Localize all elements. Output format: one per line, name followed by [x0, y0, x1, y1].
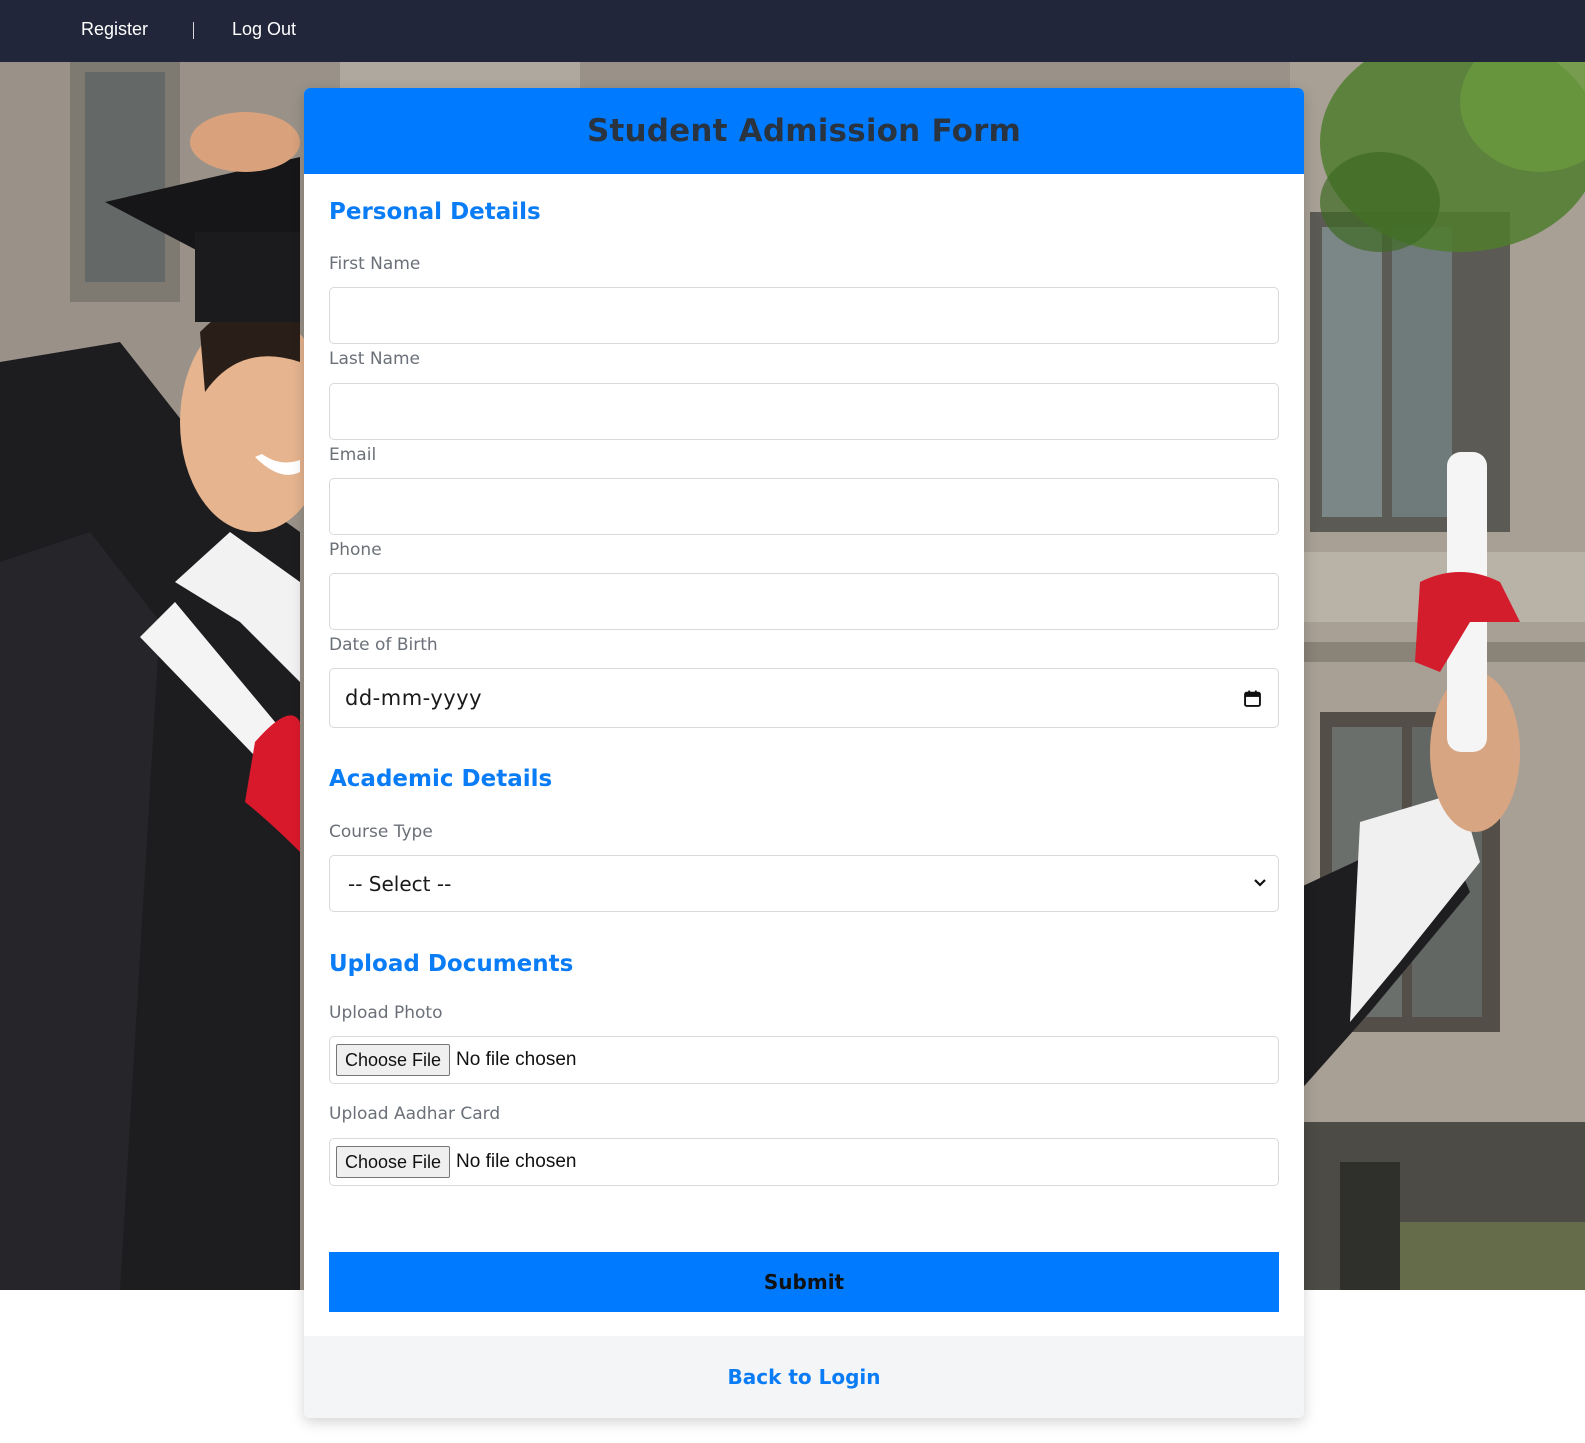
top-navbar: Register Log Out [0, 0, 1585, 62]
form-header: Student Admission Form [304, 88, 1304, 174]
course-type-select[interactable]: -- Select -- [329, 855, 1279, 912]
chevron-down-icon [1254, 879, 1266, 887]
nav-separator [193, 22, 194, 39]
logout-link[interactable]: Log Out [232, 19, 296, 40]
last-name-input[interactable] [329, 383, 1279, 440]
last-name-label: Last Name [329, 349, 420, 369]
upload-photo-choose-button[interactable]: Choose File [336, 1044, 451, 1076]
upload-aadhar-label: Upload Aadhar Card [329, 1104, 501, 1124]
upload-aadhar-input[interactable]: Choose File No file chosen [329, 1138, 1279, 1186]
form-title: Student Admission Form [586, 113, 1022, 149]
upload-photo-input[interactable]: Choose File No file chosen [329, 1036, 1279, 1084]
dob-placeholder: dd-mm-yyyy [345, 686, 483, 710]
phone-input[interactable] [329, 573, 1279, 630]
calendar-icon[interactable] [1244, 690, 1261, 707]
admission-form-card: Student Admission Form Personal Details … [304, 88, 1304, 1418]
email-input[interactable] [329, 478, 1279, 535]
dob-label: Date of Birth [329, 635, 438, 655]
upload-aadhar-choose-button[interactable]: Choose File [336, 1146, 451, 1178]
register-link[interactable]: Register [81, 19, 148, 40]
back-to-login-link[interactable]: Back to Login [727, 1365, 880, 1389]
upload-aadhar-status: No file chosen [456, 1151, 577, 1172]
course-type-selected-value: -- Select -- [348, 871, 452, 896]
first-name-input[interactable] [329, 287, 1279, 344]
section-title-academic: Academic Details [329, 766, 553, 792]
first-name-label: First Name [329, 254, 421, 274]
phone-label: Phone [329, 540, 382, 560]
course-type-label: Course Type [329, 822, 433, 842]
submit-button[interactable]: Submit [329, 1252, 1279, 1312]
upload-photo-status: No file chosen [456, 1049, 577, 1070]
dob-input[interactable]: dd-mm-yyyy [329, 668, 1279, 728]
section-title-personal: Personal Details [329, 199, 541, 225]
form-footer: Back to Login [304, 1336, 1304, 1418]
upload-photo-label: Upload Photo [329, 1003, 443, 1023]
email-label: Email [329, 445, 377, 465]
section-title-uploads: Upload Documents [329, 951, 574, 977]
